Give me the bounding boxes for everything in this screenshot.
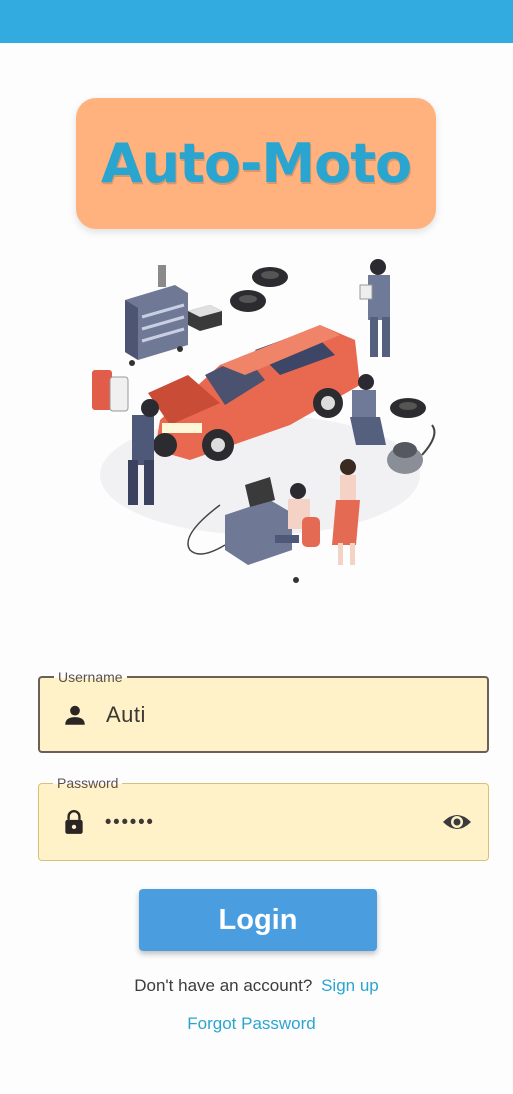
person-icon <box>65 705 85 725</box>
app-logo: Auto-Moto <box>76 98 436 229</box>
lock-icon <box>65 810 83 834</box>
garage-illustration <box>92 259 436 583</box>
password-label: Password <box>53 775 123 791</box>
signup-row: Don't have an account? Sign up <box>0 976 513 996</box>
username-field[interactable]: Username Auti <box>38 669 489 753</box>
vacuum <box>387 424 436 474</box>
mechanic-clipboard <box>359 259 390 357</box>
password-field[interactable]: Password •••••• <box>38 775 489 861</box>
eye-icon[interactable] <box>442 811 472 833</box>
username-input[interactable]: Auti <box>106 702 146 728</box>
tool-cabinet <box>125 265 188 366</box>
signup-prompt: Don't have an account? <box>134 976 313 995</box>
fuel-cans <box>92 370 129 412</box>
login-button[interactable]: Login <box>139 889 377 951</box>
forgot-password-link[interactable]: Forgot Password <box>0 1014 503 1034</box>
status-bar <box>0 0 513 43</box>
battery <box>188 305 222 331</box>
username-label: Username <box>54 669 127 685</box>
password-input[interactable]: •••••• <box>105 812 155 833</box>
logo-text: Auto-Moto <box>100 132 412 195</box>
signup-link[interactable]: Sign up <box>321 976 379 995</box>
